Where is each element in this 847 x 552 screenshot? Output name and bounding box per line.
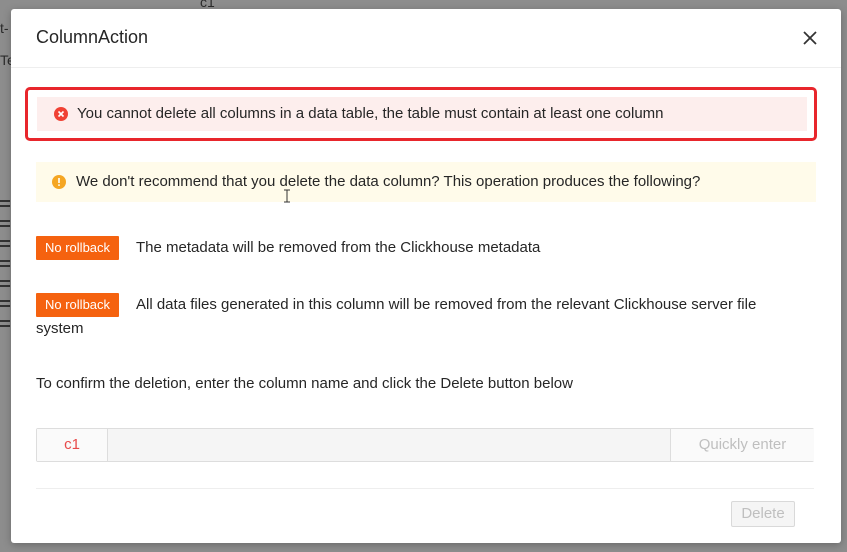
background-list-icons <box>0 200 10 340</box>
consequence-text-continued: system <box>36 320 84 337</box>
no-rollback-tag: No rollback <box>36 293 120 317</box>
background-text-fragment: t- <box>0 20 9 36</box>
column-name-label: c1 <box>37 429 108 461</box>
delete-button[interactable]: Delete <box>731 501 795 527</box>
column-action-modal: ColumnAction You cannot delete all colum… <box>11 9 841 543</box>
warning-alert-text: We don't recommend that you delete the d… <box>76 173 701 190</box>
quickly-enter-button[interactable]: Quickly enter <box>670 429 814 461</box>
error-alert: You cannot delete all columns in a data … <box>25 87 817 141</box>
consequence-text: The metadata will be removed from the Cl… <box>136 239 541 256</box>
modal-header: ColumnAction <box>11 9 841 68</box>
modal-title: ColumnAction <box>36 27 149 47</box>
consequence-text: All data files generated in this column … <box>136 296 757 313</box>
footer-divider <box>36 488 814 489</box>
error-circle-icon <box>54 107 68 121</box>
warning-alert: We don't recommend that you delete the d… <box>36 162 816 202</box>
column-name-input[interactable] <box>108 429 669 461</box>
text-cursor-icon <box>283 189 291 208</box>
warning-circle-icon <box>52 175 66 189</box>
no-rollback-tag: No rollback <box>36 236 120 260</box>
error-alert-body: You cannot delete all columns in a data … <box>37 97 807 131</box>
error-alert-text: You cannot delete all columns in a data … <box>77 105 664 122</box>
close-icon[interactable] <box>799 27 821 49</box>
confirm-instruction: To confirm the deletion, enter the colum… <box>36 375 573 392</box>
column-name-input-group: c1 Quickly enter <box>36 428 814 462</box>
